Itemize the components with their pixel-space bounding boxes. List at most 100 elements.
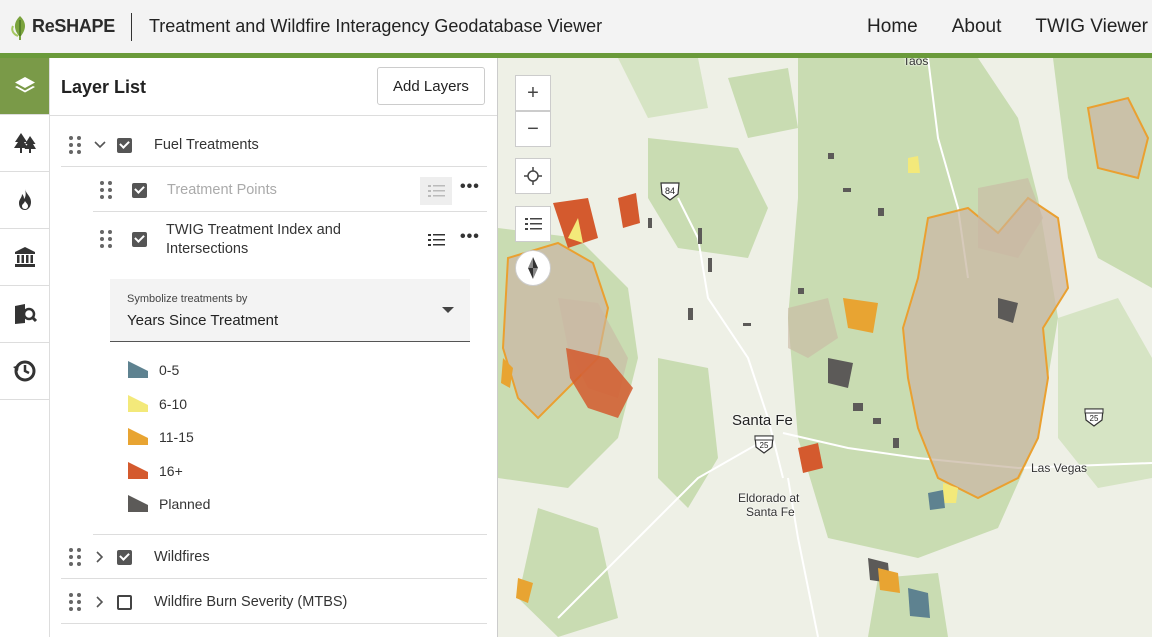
layer-row-twig-index[interactable] — [100, 230, 147, 248]
more-options-icon[interactable]: ••• — [460, 228, 480, 246]
place-label-taos: Taos — [903, 58, 929, 68]
legend-item: Planned — [127, 494, 210, 513]
polygon-swatch-icon — [128, 361, 148, 378]
checkbox-treatment-points[interactable] — [132, 182, 147, 198]
polygon-swatch-icon — [128, 495, 148, 512]
shield-number: 84 — [665, 186, 675, 196]
row-divider — [61, 166, 487, 167]
fire-icon — [18, 189, 31, 210]
treatments-tab[interactable] — [0, 115, 49, 172]
tool-rail — [0, 58, 50, 637]
add-layers-button[interactable]: Add Layers — [377, 67, 485, 105]
layers-icon — [14, 77, 35, 93]
drag-handle-icon[interactable] — [69, 593, 81, 611]
legend-label: 11-15 — [159, 428, 194, 445]
layer-row-wildfires[interactable]: Wildfires — [69, 548, 210, 566]
history-tab[interactable] — [0, 343, 49, 400]
locate-button[interactable] — [515, 158, 551, 194]
legend-item: 0-5 — [127, 360, 179, 379]
layer-row-treatment-points[interactable]: Treatment Points — [100, 181, 277, 199]
bank-icon — [14, 247, 35, 267]
drag-handle-icon[interactable] — [69, 136, 81, 154]
row-divider — [61, 623, 487, 624]
polygon-swatch-icon — [128, 428, 148, 445]
legend-list-icon — [524, 218, 542, 230]
leaf-logo-icon — [11, 15, 26, 40]
nav-home[interactable]: Home — [867, 16, 918, 38]
layer-label-line: TWIG Treatment Index and — [166, 222, 341, 238]
layer-label: Wildfire Burn Severity (MTBS) — [154, 594, 348, 610]
zoom-in-button[interactable]: + — [515, 75, 551, 111]
polygon-swatch-icon — [128, 395, 148, 412]
select-label: Symbolize treatments by — [127, 293, 248, 305]
logo-text: ReSHAPE — [32, 16, 115, 36]
panel-title: Layer List — [61, 77, 147, 97]
legend-list-icon[interactable] — [428, 232, 445, 248]
place-label-eldorado: Eldorado at — [738, 491, 800, 505]
place-label-santa-fe: Santa Fe — [732, 412, 793, 429]
reshape-logo[interactable]: ReSHAPE — [10, 12, 115, 42]
agency-tab[interactable] — [0, 229, 49, 286]
symbolize-select[interactable]: Symbolize treatments by Years Since Trea… — [110, 279, 470, 342]
compass-icon — [528, 257, 538, 279]
map-search-icon — [14, 304, 37, 324]
layer-label: Treatment Points — [167, 182, 277, 198]
trees-icon — [13, 133, 36, 153]
us-highway-shield-icon: 84 — [659, 180, 681, 202]
drag-handle-icon[interactable] — [69, 548, 81, 566]
map-search-tab[interactable] — [0, 286, 49, 343]
more-options-icon[interactable]: ••• — [460, 178, 480, 196]
layer-row-burn-severity[interactable]: Wildfire Burn Severity (MTBS) — [69, 593, 347, 611]
legend-label: 6-10 — [159, 395, 188, 412]
drag-handle-icon[interactable] — [100, 181, 112, 199]
polygon-swatch-icon — [128, 462, 148, 479]
interstate-shield-icon: 25 — [1083, 406, 1105, 428]
map-view[interactable]: + − Taos Santa Fe Eldorado at Santa Fe L… — [498, 58, 1152, 637]
map-canvas[interactable] — [498, 58, 1152, 637]
layer-label-twig: TWIG Treatment Index and Intersections — [166, 221, 366, 259]
layer-label: Fuel Treatments — [154, 137, 259, 153]
app-header: ReSHAPE Treatment and Wildfire Interagen… — [0, 0, 1152, 53]
layers-tab[interactable] — [0, 58, 49, 115]
layer-label: Wildfires — [154, 549, 210, 565]
select-value: Years Since Treatment — [127, 312, 279, 329]
nav-about[interactable]: About — [952, 16, 1002, 38]
wildfire-tab[interactable] — [0, 172, 49, 229]
zoom-out-button[interactable]: − — [515, 111, 551, 147]
row-divider — [61, 578, 487, 579]
chevron-right-icon[interactable] — [93, 550, 107, 564]
shield-number: 25 — [1090, 414, 1099, 423]
checkbox-fuel-treatments[interactable] — [117, 137, 132, 153]
drag-handle-icon[interactable] — [100, 230, 112, 248]
caret-down-icon — [442, 307, 454, 313]
legend-item: 6-10 — [127, 394, 187, 413]
row-divider — [93, 211, 487, 212]
layer-row-fuel-treatments[interactable]: Fuel Treatments — [69, 136, 259, 154]
nav-twig-viewer[interactable]: TWIG Viewer — [1035, 16, 1148, 38]
app-title: Treatment and Wildfire Interagency Geoda… — [148, 16, 603, 36]
header-divider — [130, 12, 132, 41]
place-label-las-vegas: Las Vegas — [1031, 461, 1088, 475]
checkbox-twig-index[interactable] — [132, 231, 147, 247]
chevron-down-icon[interactable] — [93, 138, 107, 152]
compass-button[interactable] — [515, 250, 551, 286]
shield-number: 25 — [760, 441, 769, 450]
legend-item: 11-15 — [127, 427, 194, 446]
interstate-shield-icon: 25 — [753, 433, 775, 455]
legend-toggle-disabled[interactable] — [420, 177, 452, 205]
layer-list-panel: Layer List Add Layers Fuel Treatments Tr… — [50, 58, 498, 637]
crosshair-icon — [524, 167, 542, 185]
panel-divider — [50, 115, 497, 116]
checkbox-burn-severity[interactable] — [117, 594, 132, 610]
legend-list-icon — [428, 185, 445, 197]
legend-label: Planned — [159, 495, 211, 512]
checkbox-wildfires[interactable] — [117, 549, 132, 565]
legend-item: 16+ — [127, 461, 183, 480]
chevron-right-icon[interactable] — [93, 595, 107, 609]
row-divider — [93, 534, 487, 535]
history-icon — [12, 360, 35, 382]
top-nav: Home About TWIG Viewer — [833, 0, 1152, 53]
layer-label-line: Intersections — [166, 241, 249, 257]
legend-button[interactable] — [515, 206, 551, 242]
place-label-eldorado: Santa Fe — [746, 505, 795, 519]
